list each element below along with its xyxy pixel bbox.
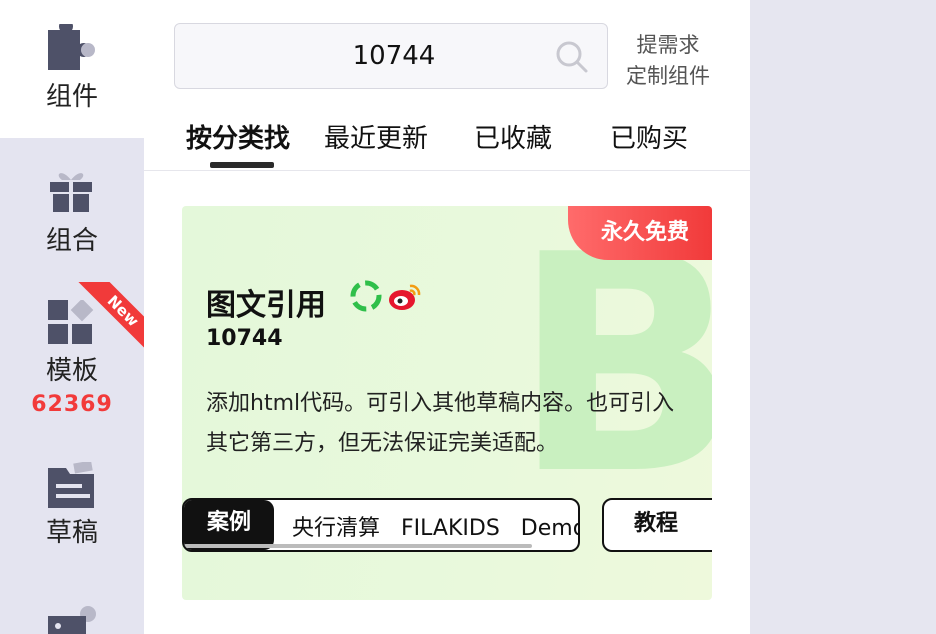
card-description: 添加html代码。可引入其他草稿内容。也可引入其它第三方，但无法保证完美适配。: [206, 391, 675, 456]
card-id: 10744: [206, 326, 283, 351]
examples-list: 央行清算 FILAKIDS Demo: [292, 510, 578, 542]
tab-purchased[interactable]: 已购买: [610, 118, 688, 155]
sidebar-item-label: 模板: [45, 356, 98, 386]
sidebar-item-drafts[interactable]: 草稿: [0, 460, 144, 560]
card-watermark: B: [512, 206, 712, 540]
template-count: 62369: [31, 392, 113, 417]
card-title: 图文引用: [206, 288, 326, 323]
custom-request-line2: 定制组件: [626, 64, 710, 88]
weibo-icon: [389, 284, 421, 310]
image-icon: [48, 606, 96, 634]
custom-request-line1: 提需求: [636, 33, 700, 57]
examples-label: 案例: [184, 500, 274, 550]
tab-by-category[interactable]: 按分类找: [186, 118, 290, 155]
sidebar-item-label: 草稿: [45, 518, 98, 548]
component-card[interactable]: B 永久免费 图文引用 10744 添加html代码。可引入其他草稿内容。也可引…: [182, 206, 712, 600]
example-link[interactable]: Demo: [521, 516, 578, 541]
free-badge: 永久免费: [568, 206, 712, 260]
tab-recent-updates[interactable]: 最近更新: [324, 118, 428, 155]
example-link[interactable]: 央行清算: [292, 516, 380, 541]
search-icon[interactable]: [555, 40, 589, 74]
custom-request-link[interactable]: 提需求 定制组件: [618, 30, 718, 92]
new-badge: New: [76, 282, 144, 350]
main-panel: 提需求 定制组件 按分类找 最近更新 已收藏 已购买 B 永久免费 图文引用 1…: [144, 0, 750, 634]
active-tab-indicator: [210, 162, 274, 168]
sidebar-item-label: 组合: [45, 226, 98, 256]
tab-favorites[interactable]: 已收藏: [474, 118, 552, 155]
sidebar-item-combos[interactable]: 组合: [0, 160, 144, 260]
sidebar-item-label: 组件: [45, 82, 98, 112]
search-box[interactable]: [174, 23, 608, 89]
wechat-moments-icon: [350, 280, 382, 312]
sidebar-item-components[interactable]: 组件: [0, 0, 144, 138]
example-link[interactable]: FILAKIDS: [401, 516, 500, 541]
new-badge-label: New: [76, 282, 144, 350]
puzzle-icon: [48, 24, 95, 70]
sidebar-item-images[interactable]: [0, 600, 144, 634]
category-tabs: 按分类找 最近更新 已收藏 已购买: [144, 110, 750, 171]
examples-scrollbar[interactable]: [184, 544, 532, 548]
search-input[interactable]: [175, 24, 555, 87]
folder-icon: [48, 462, 94, 508]
tutorial-button[interactable]: 教程: [602, 498, 712, 552]
gift-icon: [50, 173, 92, 214]
sidebar: 组件 组合 模板 62369 New 草稿: [0, 0, 144, 634]
examples-bar[interactable]: 案例 央行清算 FILAKIDS Demo: [182, 498, 580, 552]
